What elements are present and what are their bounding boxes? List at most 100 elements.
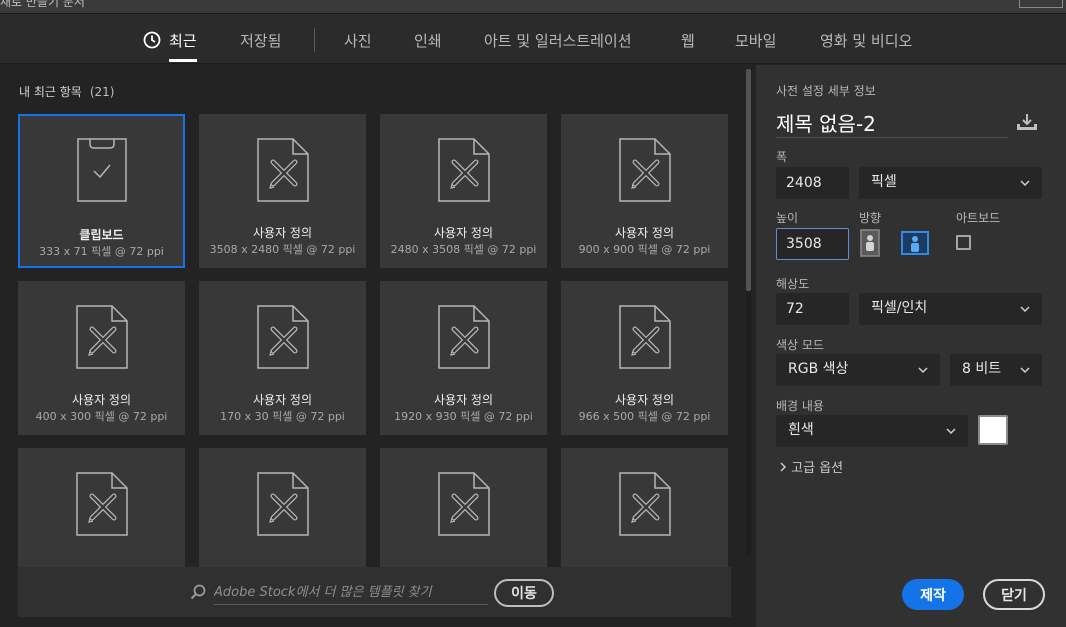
recent-item-size: 333 x 71 픽셀 @ 72 ppi	[39, 245, 164, 258]
scrollbar[interactable]	[746, 69, 751, 555]
width-unit-select[interactable]: 픽셀	[859, 167, 1042, 199]
chevron-down-icon	[1020, 306, 1030, 313]
tab-recent[interactable]: 최근	[143, 30, 197, 62]
custom-document-icon	[618, 138, 671, 202]
recent-item-name: 사용자 정의	[433, 226, 493, 240]
recent-items-panel: 내 최근 항목 (21) 클립보드 333 x 71 픽셀 @ 72 ppi 사용자 …	[0, 65, 755, 627]
background-color-swatch[interactable]	[978, 415, 1008, 445]
recent-items-heading: 내 최근 항목 (21)	[19, 83, 114, 100]
preset-details-heading: 사전 설정 세부 정보	[776, 84, 876, 98]
recent-item-size: 170 x 30 픽셀 @ 72 ppi	[220, 410, 345, 423]
chevron-right-icon	[780, 462, 787, 472]
custom-document-icon	[256, 138, 309, 202]
custom-document-icon	[618, 472, 671, 536]
tab-saved[interactable]: 저장됨	[240, 30, 281, 51]
recent-item-name: 사용자 정의	[252, 226, 312, 240]
save-preset-icon[interactable]	[1016, 113, 1038, 131]
orientation-label: 방향	[859, 211, 882, 225]
create-button[interactable]: 제작	[902, 579, 964, 610]
recent-item-name: 사용자 정의	[614, 226, 674, 240]
clipboard-icon	[76, 138, 127, 202]
recent-items-count: (21)	[89, 85, 115, 99]
custom-document-icon	[437, 138, 490, 202]
resolution-input[interactable]	[776, 293, 849, 325]
recent-item-card[interactable]: 사용자 정의 900 x 900 픽셀 @ 72 ppi	[561, 114, 728, 268]
portrait-orientation-icon[interactable]	[859, 229, 885, 257]
recent-item-size: 3508 x 2480 픽셀 @ 72 ppi	[209, 243, 356, 256]
tab-web[interactable]: 웹	[681, 30, 695, 51]
recent-item-size: 2480 x 3508 픽셀 @ 72 ppi	[390, 243, 537, 256]
tab-label: 최근	[169, 32, 197, 50]
custom-document-icon	[256, 472, 309, 536]
height-input[interactable]	[776, 228, 849, 260]
artboard-label: 아트보드	[956, 211, 1001, 225]
go-button[interactable]: 이동	[494, 579, 554, 607]
adobe-stock-search-bar: 이동	[18, 567, 731, 617]
recent-item-size: 966 x 500 픽셀 @ 72 ppi	[578, 410, 711, 423]
recent-item-card[interactable]: 사용자 정의 400 x 300 픽셀 @ 72 ppi	[18, 281, 185, 435]
clock-icon	[143, 31, 161, 49]
color-mode-value: RGB 색상	[788, 361, 849, 377]
color-mode-label: 색상 모드	[776, 338, 824, 352]
chevron-down-icon	[946, 428, 956, 435]
chevron-down-icon	[1020, 367, 1030, 374]
resolution-unit-value: 픽셀/인치	[871, 300, 928, 316]
recent-item-name: 사용자 정의	[71, 393, 131, 407]
custom-document-icon	[75, 305, 128, 369]
recent-item-card[interactable]: 사용자 정의 2480 x 3508 픽셀 @ 72 ppi	[380, 114, 547, 268]
recent-item-card[interactable]: 클립보드 333 x 71 픽셀 @ 72 ppi	[18, 114, 185, 268]
custom-document-icon	[256, 305, 309, 369]
artboard-checkbox[interactable]	[956, 235, 971, 250]
landscape-orientation-icon[interactable]	[900, 229, 930, 257]
tab-mobile[interactable]: 모바일	[735, 30, 776, 51]
custom-document-icon	[618, 305, 671, 369]
custom-document-icon	[437, 305, 490, 369]
recent-item-name: 사용자 정의	[614, 393, 674, 407]
chevron-down-icon	[1020, 180, 1030, 187]
close-button[interactable]: 닫기	[983, 579, 1045, 610]
custom-document-icon	[75, 472, 128, 536]
window-close-button[interactable]	[1019, 0, 1063, 8]
custom-document-icon	[437, 472, 490, 536]
recent-item-card[interactable]: 사용자 정의 966 x 500 픽셀 @ 72 ppi	[561, 281, 728, 435]
tab-art-illustration[interactable]: 아트 및 일러스트레이션	[484, 30, 632, 51]
tab-print[interactable]: 인쇄	[414, 30, 442, 51]
height-label: 높이	[776, 211, 799, 225]
advanced-options-toggle[interactable]: 고급 옵션	[779, 457, 843, 476]
recent-item-card[interactable]: 사용자 정의 3508 x 2480 픽셀 @ 72 ppi	[199, 114, 366, 268]
window-title: 새로 만들기 문서	[0, 0, 85, 9]
tab-divider	[314, 28, 315, 52]
active-tab-underline	[169, 59, 197, 62]
bit-depth-select[interactable]: 8 비트	[950, 354, 1042, 386]
advanced-options-label: 고급 옵션	[791, 461, 844, 476]
tab-photo[interactable]: 사진	[344, 30, 372, 51]
preset-details-panel: 사전 설정 세부 정보 폭 픽셀 높이 방향 아트보드 해상도 픽셀/인치 색상…	[756, 65, 1066, 627]
background-label: 배경 내용	[776, 399, 824, 413]
chevron-down-icon	[918, 367, 928, 374]
recent-item-size: 400 x 300 픽셀 @ 72 ppi	[35, 410, 168, 423]
color-mode-select[interactable]: RGB 색상	[776, 354, 940, 386]
width-label: 폭	[776, 150, 788, 164]
background-value: 흰색	[788, 422, 814, 438]
recent-item-size: 900 x 900 픽셀 @ 72 ppi	[578, 243, 711, 256]
window-titlebar: 새로 만들기 문서	[0, 0, 1066, 14]
tab-film-video[interactable]: 영화 및 비디오	[820, 30, 912, 51]
recent-items-title: 내 최근 항목	[19, 85, 82, 99]
recent-item-name: 사용자 정의	[433, 393, 493, 407]
background-select[interactable]: 흰색	[776, 415, 968, 447]
recent-item-name: 사용자 정의	[252, 393, 312, 407]
scrollbar-thumb[interactable]	[746, 69, 751, 291]
resolution-unit-select[interactable]: 픽셀/인치	[859, 293, 1042, 325]
recent-item-card[interactable]: 사용자 정의 170 x 30 픽셀 @ 72 ppi	[199, 281, 366, 435]
search-icon	[190, 584, 206, 600]
category-tab-bar: 최근 저장됨 사진 인쇄 아트 및 일러스트레이션 웹 모바일 영화 및 비디오	[0, 14, 1066, 64]
recent-item-name: 클립보드	[79, 228, 124, 242]
recent-item-card[interactable]: 사용자 정의 1920 x 930 픽셀 @ 72 ppi	[380, 281, 547, 435]
bit-depth-value: 8 비트	[962, 361, 1002, 377]
document-name-input[interactable]	[776, 108, 1008, 138]
recent-item-size: 1920 x 930 픽셀 @ 72 ppi	[394, 410, 533, 423]
width-unit-value: 픽셀	[871, 174, 897, 190]
width-input[interactable]	[776, 167, 849, 199]
stock-search-input[interactable]	[214, 581, 488, 605]
resolution-label: 해상도	[776, 277, 810, 291]
